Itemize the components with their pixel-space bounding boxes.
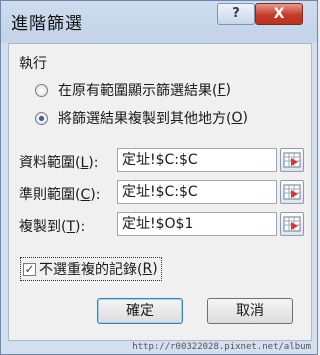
copy-to-collapse-button[interactable] [280, 212, 304, 236]
label-text: 複製到( [19, 219, 67, 235]
checkbox-label-key: R [142, 261, 153, 277]
cancel-button[interactable]: 取消 [207, 298, 293, 324]
label-suffix: ): [75, 219, 86, 235]
label-text: 準則範圍( [19, 187, 81, 203]
radio-label-prefix: 在原有範圍顯示篩選結果( [58, 83, 218, 99]
range-selector-icon [283, 216, 301, 232]
label-text: 資料範圍( [19, 155, 81, 171]
watermark: http://r00322028.pixnet.net/album [132, 342, 311, 352]
radio-label-key: O [231, 110, 243, 126]
action-group-label: 執行 [19, 56, 47, 72]
radio-copy-to-location[interactable]: 將篩選結果複製到其他地方(O) [35, 108, 248, 128]
copy-to-label: 複製到(T): [19, 216, 85, 236]
ok-button[interactable]: 確定 [97, 298, 183, 324]
unique-records-checkbox[interactable]: ✓ [23, 262, 36, 276]
radio-label-suffix: ) [225, 82, 231, 98]
advanced-filter-dialog: 進階篩選 ? X 執行 在原有範圍顯示篩選結果(F) 將篩選結果複製到其他地方(… [0, 0, 318, 355]
unique-records-option[interactable]: ✓ 不選重複的記錄(R) [20, 257, 162, 281]
copy-to-input[interactable]: 定址!$O$1 [117, 212, 277, 236]
dialog-body: 執行 在原有範圍顯示篩選結果(F) 將篩選結果複製到其他地方(O) 資料範圍(L… [8, 43, 312, 341]
radio-button[interactable] [35, 83, 48, 97]
range-selector-icon [283, 152, 301, 168]
criteria-range-collapse-button[interactable] [280, 180, 304, 204]
dialog-title: 進階篩選 [11, 14, 83, 34]
label-key: T [66, 219, 76, 235]
list-range-input[interactable]: 定址!$C:$C [117, 148, 277, 172]
list-range-collapse-button[interactable] [280, 148, 304, 172]
radio-label-suffix: ) [242, 110, 248, 126]
range-selector-icon [283, 184, 301, 200]
criteria-range-label: 準則範圍(C): [19, 184, 100, 204]
list-range-label: 資料範圍(L): [19, 152, 98, 172]
label-suffix: ): [90, 187, 101, 203]
criteria-range-input[interactable]: 定址!$C:$C [117, 180, 277, 204]
radio-label-key: F [217, 82, 226, 98]
radio-button-selected[interactable] [35, 111, 48, 125]
checkbox-label-suffix: ) [152, 261, 158, 277]
radio-filter-in-place[interactable]: 在原有範圍顯示篩選結果(F) [35, 80, 231, 100]
help-button[interactable]: ? [217, 3, 255, 25]
label-suffix: ): [88, 155, 99, 171]
checkbox-label-text: 不選重複的記錄( [39, 262, 143, 278]
radio-label-prefix: 將篩選結果複製到其他地方( [58, 111, 232, 127]
close-button[interactable]: X [255, 3, 303, 25]
title-bar[interactable]: 進階篩選 ? X [1, 1, 317, 39]
label-key: C [80, 187, 91, 203]
